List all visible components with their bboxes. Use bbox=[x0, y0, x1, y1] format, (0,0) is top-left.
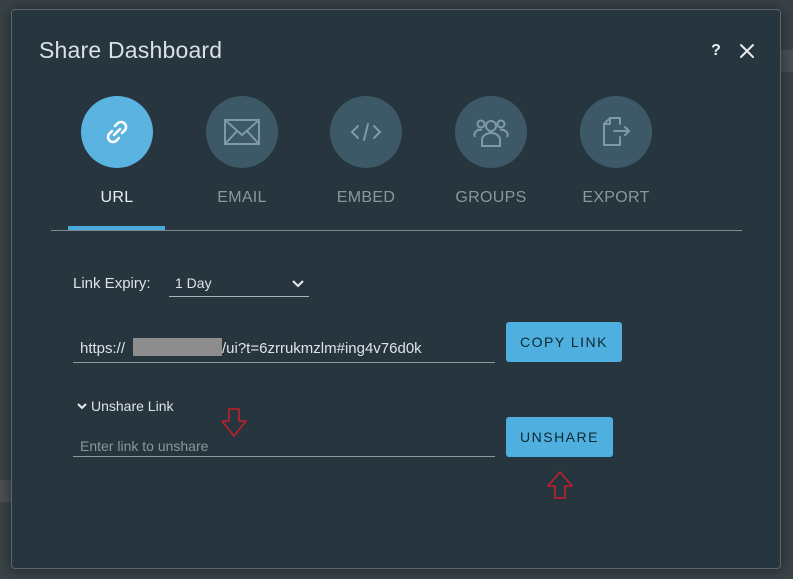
annotation-arrow-down-icon bbox=[221, 408, 247, 437]
chevron-down-icon bbox=[292, 280, 304, 288]
link-expiry-label: Link Expiry: bbox=[73, 275, 151, 292]
background-panel bbox=[781, 50, 793, 72]
tab-email[interactable]: EMAIL bbox=[192, 96, 292, 230]
export-icon bbox=[580, 96, 652, 168]
share-link-prefix: https:// bbox=[80, 340, 126, 357]
link-expiry-value: 1 Day bbox=[175, 275, 212, 291]
share-dashboard-dialog: Share Dashboard ? URL EMAIL EMBED GROUPS… bbox=[11, 9, 781, 569]
tab-url-label: URL bbox=[100, 189, 134, 206]
share-link-suffix: /ui?t=6zrrukmzlm#ing4v76d0k bbox=[222, 340, 422, 357]
users-icon bbox=[455, 96, 527, 168]
help-icon[interactable]: ? bbox=[708, 40, 724, 62]
unshare-link-label: Unshare Link bbox=[91, 398, 174, 414]
redacted-host bbox=[133, 338, 222, 356]
tab-export-label: EXPORT bbox=[582, 189, 650, 206]
copy-link-button[interactable]: COPY LINK bbox=[506, 322, 622, 362]
tab-url[interactable]: URL bbox=[67, 96, 167, 230]
dialog-title: Share Dashboard bbox=[39, 37, 223, 63]
link-icon bbox=[81, 96, 153, 168]
tab-export[interactable]: EXPORT bbox=[566, 96, 666, 230]
unshare-link-input[interactable] bbox=[73, 431, 495, 457]
unshare-button[interactable]: UNSHARE bbox=[506, 417, 613, 457]
tab-embed-label: EMBED bbox=[336, 189, 396, 206]
tab-groups-label: GROUPS bbox=[455, 189, 527, 206]
unshare-link-toggle[interactable]: Unshare Link bbox=[75, 396, 174, 416]
chevron-down-icon bbox=[77, 403, 87, 410]
annotation-arrow-up-icon bbox=[547, 471, 573, 499]
share-link-field[interactable]: https:// /ui?t=6zrrukmzlm#ing4v76d0k bbox=[73, 335, 495, 363]
close-icon[interactable] bbox=[738, 42, 756, 60]
tab-divider bbox=[51, 230, 742, 231]
link-expiry-dropdown[interactable]: 1 Day bbox=[169, 273, 309, 297]
code-icon bbox=[330, 96, 402, 168]
envelope-icon bbox=[206, 96, 278, 168]
tab-groups[interactable]: GROUPS bbox=[441, 96, 541, 230]
tab-embed[interactable]: EMBED bbox=[316, 96, 416, 230]
tab-email-label: EMAIL bbox=[217, 189, 267, 206]
background-panel bbox=[0, 480, 11, 502]
